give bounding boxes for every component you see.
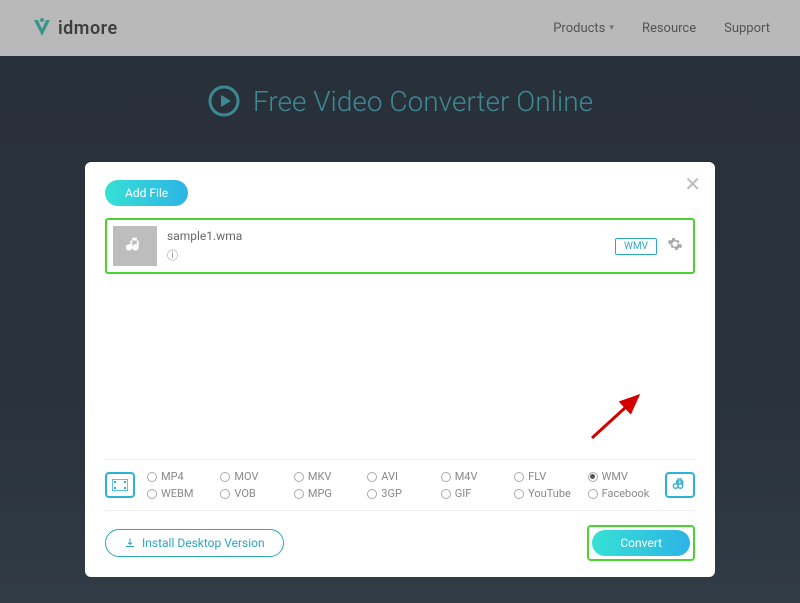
radio-icon — [514, 489, 524, 499]
format-tag[interactable]: WMV — [615, 238, 657, 255]
add-file-button[interactable]: Add File — [105, 180, 188, 206]
radio-icon — [588, 489, 598, 499]
install-desktop-button[interactable]: Install Desktop Version — [105, 529, 284, 557]
convert-button[interactable]: Convert — [592, 530, 690, 556]
format-option-m4v[interactable]: M4V — [441, 470, 506, 483]
radio-icon — [441, 489, 451, 499]
radio-icon — [441, 472, 451, 482]
file-info: sample1.wma ⓘ — [167, 229, 242, 263]
format-option-webm[interactable]: WEBM — [147, 487, 212, 500]
download-icon — [124, 537, 136, 549]
radio-icon — [147, 472, 157, 482]
format-option-mov[interactable]: MOV — [220, 470, 285, 483]
radio-icon — [367, 489, 377, 499]
radio-icon — [294, 489, 304, 499]
radio-icon — [367, 472, 377, 482]
format-option-mkv[interactable]: MKV — [294, 470, 359, 483]
radio-icon — [588, 472, 598, 482]
info-icon[interactable]: ⓘ — [167, 247, 242, 263]
format-option-youtube[interactable]: YouTube — [514, 487, 579, 500]
format-option-gif[interactable]: GIF — [441, 487, 506, 500]
format-option-flv[interactable]: FLV — [514, 470, 579, 483]
radio-icon — [514, 472, 524, 482]
convert-highlight: Convert — [587, 525, 695, 561]
format-selector: MP4 MOV MKV AVI M4V FLV WMV WEBM VOB MPG 3GP GIF You… — [105, 459, 695, 511]
modal-footer: Install Desktop Version Convert — [105, 525, 695, 561]
format-option-3gp[interactable]: 3GP — [367, 487, 432, 500]
radio-icon — [220, 472, 230, 482]
format-option-mp4[interactable]: MP4 — [147, 470, 212, 483]
audio-tab-icon[interactable] — [665, 472, 695, 498]
gear-icon[interactable] — [667, 236, 683, 256]
converter-modal: ✕ Add File sample1.wma ⓘ WMV MP4 MOV MKV AV… — [85, 162, 715, 577]
close-icon[interactable]: ✕ — [684, 174, 701, 194]
file-row: sample1.wma ⓘ WMV — [105, 218, 695, 274]
file-thumb-music-icon — [113, 226, 157, 266]
radio-icon — [220, 489, 230, 499]
radio-icon — [147, 489, 157, 499]
format-option-avi[interactable]: AVI — [367, 470, 432, 483]
radio-icon — [294, 472, 304, 482]
format-option-wmv[interactable]: WMV — [588, 470, 653, 483]
format-option-facebook[interactable]: Facebook — [588, 487, 653, 500]
formats-area: MP4 MOV MKV AVI M4V FLV WMV WEBM VOB MPG 3GP GIF You… — [105, 459, 695, 561]
format-option-mpg[interactable]: MPG — [294, 487, 359, 500]
format-option-vob[interactable]: VOB — [220, 487, 285, 500]
video-tab-icon[interactable] — [105, 472, 135, 498]
file-name: sample1.wma — [167, 229, 242, 243]
format-grid: MP4 MOV MKV AVI M4V FLV WMV WEBM VOB MPG 3GP GIF You… — [147, 470, 653, 500]
